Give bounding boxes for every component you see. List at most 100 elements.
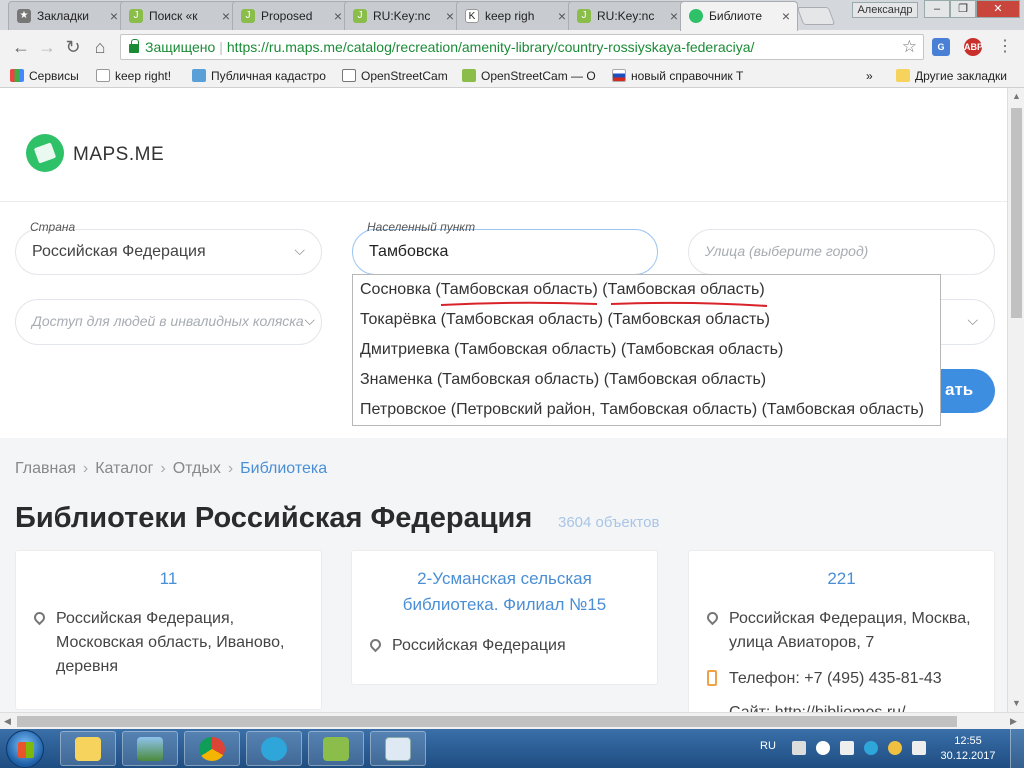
bookmark-label: Другие закладки — [915, 69, 1007, 83]
url-input[interactable]: Защищено | https://ru.maps.me/catalog/recr… — [120, 34, 924, 60]
card-phone[interactable]: Телефон: +7 (495) 435-81-43 — [729, 667, 942, 691]
library-card[interactable]: 221 Российская Федерация, Москва, улица … — [688, 550, 995, 721]
mapsme-logo-icon[interactable] — [26, 134, 64, 172]
close-icon[interactable]: × — [334, 8, 342, 24]
adblock-extension-icon[interactable]: ABP — [964, 38, 983, 56]
scroll-left-icon[interactable]: ◀ — [4, 716, 11, 727]
bookmark-openstreetcam[interactable]: OpenStreetCam — [342, 69, 448, 83]
tab-label: Закладки — [37, 9, 89, 23]
country-select[interactable]: Российская Федерация ⌵ — [15, 229, 322, 275]
reload-icon[interactable]: ↻ — [62, 36, 84, 58]
scroll-thumb[interactable] — [1011, 108, 1022, 318]
bookmark-star-icon[interactable]: ☆ — [902, 37, 917, 57]
suggestion-item[interactable]: Сосновка (Тамбовская область) (Тамбовска… — [360, 281, 765, 299]
clock[interactable]: 12:55 30.12.2017 — [940, 734, 996, 764]
translate-extension-icon[interactable]: G — [932, 38, 950, 56]
taskbar-chrome[interactable] — [184, 731, 240, 766]
location-pin-icon — [704, 609, 721, 626]
bookmark-directory[interactable]: новый справочник Т — [612, 69, 743, 83]
suggestion-item[interactable]: Токарёвка (Тамбовская область) (Тамбовск… — [360, 311, 770, 329]
site-logo-text[interactable]: MAPS.ME — [73, 144, 164, 166]
horizontal-scrollbar[interactable]: ◀ ▶ — [0, 712, 1024, 729]
tab-ru-key-2[interactable]: J RU:Key:nc × — [568, 1, 686, 30]
suggestion-item[interactable]: Петровское (Петровский район, Тамбовская… — [360, 401, 924, 419]
forward-arrow-icon[interactable]: → — [36, 36, 58, 58]
language-indicator[interactable]: RU — [760, 740, 776, 752]
url-separator: | — [219, 39, 223, 55]
card-address-line: улица Авиаторов, 7 — [729, 634, 875, 651]
close-icon[interactable]: × — [222, 8, 230, 24]
taskbar-josm[interactable] — [308, 731, 364, 766]
bookmark-openstreetcam-about[interactable]: OpenStreetCam — О — [462, 69, 596, 83]
tab-bookmarks[interactable]: ★ Закладки × — [8, 1, 126, 30]
close-icon[interactable]: × — [670, 8, 678, 24]
bookmark-label: новый справочник Т — [631, 69, 744, 83]
card-title[interactable]: библиотека. Филиал №15 — [352, 593, 657, 617]
breadcrumb: Главная › Каталог › Отдых › Библиотека — [15, 460, 327, 478]
breadcrumb-catalog[interactable]: Каталог — [95, 460, 153, 477]
new-tab-button[interactable] — [796, 7, 836, 25]
scroll-up-icon[interactable]: ▲ — [1012, 91, 1021, 101]
josm-icon: J — [129, 9, 143, 23]
bookmark-other[interactable]: Другие закладки — [896, 69, 1007, 83]
smiley-tray-icon[interactable] — [888, 741, 902, 755]
card-title[interactable]: 2-Усманская сельская — [352, 567, 657, 591]
breadcrumb-recreation[interactable]: Отдых — [173, 460, 221, 477]
taskbar-explorer[interactable] — [60, 731, 116, 766]
city-input[interactable]: Тамбовска — [352, 229, 658, 275]
tab-ru-key-1[interactable]: J RU:Key:nc × — [344, 1, 462, 30]
taskbar-notepad[interactable] — [370, 731, 426, 766]
apps-icon — [10, 69, 24, 82]
folder-icon — [75, 737, 101, 761]
street-input[interactable]: Улица (выберите город) — [688, 229, 995, 275]
star-icon: ★ — [17, 9, 31, 23]
chevron-down-icon: ⌵ — [294, 242, 305, 258]
josm-icon: J — [353, 9, 367, 23]
taskbar-telegram[interactable] — [246, 731, 302, 766]
street-placeholder: Улица (выберите город) — [705, 243, 869, 259]
action-center-icon[interactable] — [792, 741, 806, 755]
close-icon[interactable]: × — [446, 8, 454, 24]
vertical-scrollbar[interactable]: ▲ ▼ — [1007, 88, 1024, 712]
profile-button[interactable]: Александр — [852, 2, 918, 18]
close-icon[interactable]: × — [782, 8, 790, 24]
bookmarks-overflow[interactable]: » — [866, 69, 873, 83]
url-text: https://ru.maps.me/catalog/recreation/am… — [226, 39, 755, 55]
window-close-button[interactable]: ✕ — [976, 0, 1020, 18]
maximize-button[interactable]: ❐ — [950, 0, 976, 18]
country-value: Российская Федерация — [32, 243, 206, 260]
scroll-down-icon[interactable]: ▼ — [1012, 698, 1021, 708]
bookmark-cadastre[interactable]: Публичная кадастро — [192, 69, 326, 83]
close-icon[interactable]: × — [110, 8, 118, 24]
telegram-tray-icon[interactable] — [864, 741, 878, 755]
accessibility-select[interactable]: Доступ для людей в инвалидных колясках ⌵ — [15, 299, 322, 345]
scroll-right-icon[interactable]: ▶ — [1010, 716, 1017, 727]
library-card[interactable]: 2-Усманская сельская библиотека. Филиал … — [351, 550, 658, 685]
suggestion-item[interactable]: Знаменка (Тамбовская область) (Тамбовска… — [360, 371, 766, 389]
taskbar-photos[interactable] — [122, 731, 178, 766]
tab-library[interactable]: Библиоте × — [680, 1, 798, 31]
scroll-thumb[interactable] — [17, 716, 957, 727]
menu-icon[interactable]: ⋮ — [994, 36, 1016, 58]
home-icon[interactable]: ⌂ — [89, 36, 111, 58]
card-title[interactable]: 11 — [16, 567, 321, 591]
card-address-line: Российская Федерация, Москва, — [729, 610, 971, 627]
network-icon[interactable] — [816, 741, 830, 755]
close-icon[interactable]: × — [558, 8, 566, 24]
bookmark-keep-right[interactable]: keep right! — [96, 69, 171, 83]
bookmarks-bar: Сервисы keep right! Публичная кадастро O… — [0, 64, 1024, 88]
breadcrumb-home[interactable]: Главная — [15, 460, 76, 477]
flag-icon[interactable] — [912, 741, 926, 755]
tab-proposed[interactable]: J Proposed × — [232, 1, 350, 30]
card-title[interactable]: 221 — [689, 567, 994, 591]
start-button[interactable] — [6, 730, 44, 768]
show-desktop-button[interactable] — [1010, 729, 1024, 768]
tab-keep-right[interactable]: K keep righ × — [456, 1, 574, 30]
library-card[interactable]: 11 Российская Федерация, Московская обла… — [15, 550, 322, 710]
suggestion-item[interactable]: Дмитриевка (Тамбовская область) (Тамбовс… — [360, 341, 783, 359]
back-arrow-icon[interactable]: ← — [10, 36, 32, 58]
volume-icon[interactable] — [840, 741, 854, 755]
tab-search[interactable]: J Поиск «к × — [120, 1, 238, 30]
bookmark-services[interactable]: Сервисы — [10, 69, 79, 83]
minimize-button[interactable]: – — [924, 0, 950, 18]
